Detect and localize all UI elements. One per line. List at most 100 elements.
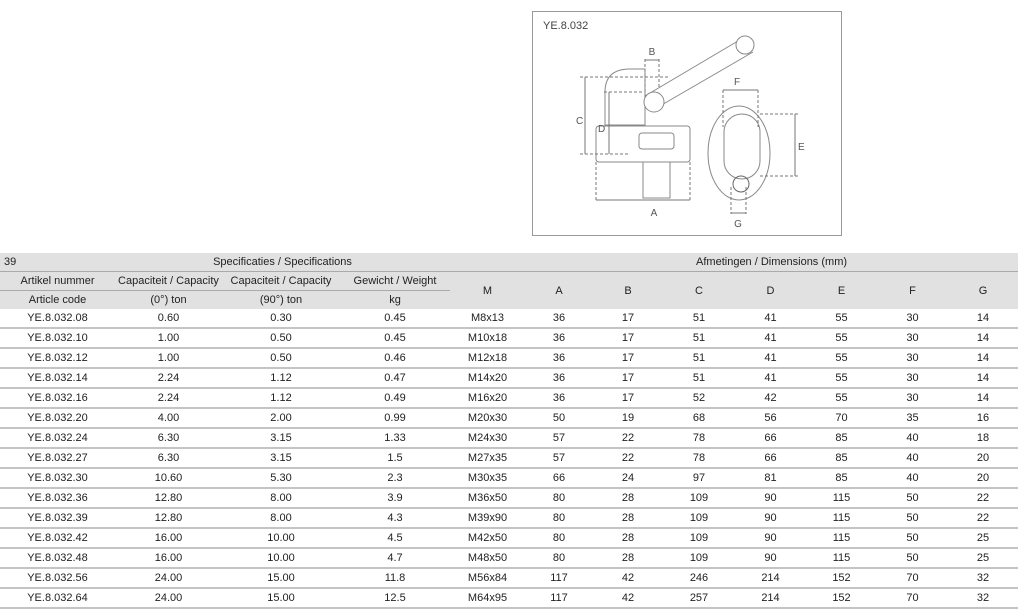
dim-group-header: Afmetingen / Dimensions (mm) — [525, 253, 1018, 272]
table-cell: 14 — [948, 388, 1018, 409]
table-cell: 56 — [735, 408, 806, 429]
table-cell: 24.00 — [115, 568, 222, 589]
table-cell: M30x35 — [450, 468, 525, 489]
table-row: YE.8.032.48 16.00 10.00 4.7 M48x50 80 28 109 90 1… — [0, 548, 1018, 569]
table-cell: 51 — [663, 348, 735, 369]
table-cell: 14 — [948, 328, 1018, 349]
table-row: YE.8.032.12 1.00 0.50 0.46 M12x18 36 17 51 41 55 3… — [0, 348, 1018, 369]
table-cell: 15.00 — [222, 568, 340, 589]
table-cell: 16.00 — [115, 528, 222, 549]
table-cell: 17 — [593, 309, 663, 329]
table-cell: 40 — [877, 428, 948, 449]
table-cell: 30 — [877, 328, 948, 349]
table-cell: 117 — [525, 588, 593, 609]
table-cell: 115 — [806, 528, 877, 549]
table-cell: 0.50 — [222, 348, 340, 369]
label-a: A — [651, 208, 658, 219]
table-cell: 40 — [877, 468, 948, 489]
table-cell: 51 — [663, 328, 735, 349]
header-f: F — [877, 271, 948, 309]
header-c: C — [663, 271, 735, 309]
table-cell: 246 — [663, 568, 735, 589]
header-weight: Gewicht / Weight — [340, 271, 450, 291]
table-cell: M8x13 — [450, 309, 525, 329]
table-cell: 50 — [525, 408, 593, 429]
product-diagram: YE.8.032 B C D A F E G — [532, 11, 842, 236]
table-cell: 12.5 — [340, 588, 450, 609]
table-cell: 109 — [663, 508, 735, 529]
table-row: YE.8.032.36 12.80 8.00 3.9 M36x50 80 28 109 90 11… — [0, 488, 1018, 509]
table-cell: 41 — [735, 348, 806, 369]
page-number: 39 — [0, 253, 115, 272]
specifications-table: 39 Specificaties / Specifications Afmeti… — [0, 253, 1018, 609]
table-cell: 36 — [525, 348, 593, 369]
table-cell: YE.8.032.16 — [0, 388, 115, 409]
table-cell: 22 — [948, 508, 1018, 529]
table-cell: 32 — [948, 568, 1018, 589]
table-cell: 22 — [593, 448, 663, 469]
table-cell: 22 — [948, 488, 1018, 509]
table-cell: 55 — [806, 309, 877, 329]
table-cell: 0.45 — [340, 328, 450, 349]
table-row: YE.8.032.30 10.60 5.30 2.3 M30x35 66 24 97 81 85 4… — [0, 468, 1018, 489]
table-cell: 5.30 — [222, 468, 340, 489]
table-cell: 32 — [948, 588, 1018, 609]
table-cell: 57 — [525, 428, 593, 449]
table-cell: 90 — [735, 508, 806, 529]
table-cell: YE.8.032.48 — [0, 548, 115, 569]
table-cell: 90 — [735, 548, 806, 569]
table-cell: 66 — [735, 448, 806, 469]
header-capacity-90: Capaciteit / Capacity — [222, 271, 340, 291]
table-cell: YE.8.032.08 — [0, 309, 115, 329]
table-cell: 3.15 — [222, 428, 340, 449]
header-e: E — [806, 271, 877, 309]
table-cell: 42 — [593, 568, 663, 589]
table-cell: 42 — [593, 588, 663, 609]
header-capacity-0: Capaciteit / Capacity — [115, 271, 222, 291]
table-cell: 24.00 — [115, 588, 222, 609]
table-cell: 90 — [735, 488, 806, 509]
spec-group-header: Specificaties / Specifications — [115, 253, 450, 272]
table-cell: 36 — [525, 388, 593, 409]
table-cell: 12.80 — [115, 488, 222, 509]
table-row: YE.8.032.14 2.24 1.12 0.47 M14x20 36 17 51 41 55 3… — [0, 368, 1018, 389]
table-cell: 10.00 — [222, 548, 340, 569]
table-cell: 14 — [948, 368, 1018, 389]
table-cell: 22 — [593, 428, 663, 449]
table-cell: 17 — [593, 348, 663, 369]
table-cell: YE.8.032.39 — [0, 508, 115, 529]
table-cell: 25 — [948, 528, 1018, 549]
table-cell: 70 — [806, 408, 877, 429]
table-row: YE.8.032.64 24.00 15.00 12.5 M64x95 117 42 257 2… — [0, 588, 1018, 609]
table-cell: 80 — [525, 548, 593, 569]
header-m: M — [450, 271, 525, 309]
table-cell: 78 — [663, 448, 735, 469]
table-cell: M64x95 — [450, 588, 525, 609]
table-cell: 214 — [735, 588, 806, 609]
table-cell: 51 — [663, 368, 735, 389]
table-cell: 10.00 — [222, 528, 340, 549]
table-cell: M14x20 — [450, 368, 525, 389]
table-cell: 8.00 — [222, 508, 340, 529]
table-cell: 17 — [593, 328, 663, 349]
table-cell: 115 — [806, 508, 877, 529]
table-cell: 1.00 — [115, 328, 222, 349]
column-header-row: Artikel nummer Capaciteit / Capacity Cap… — [0, 271, 1018, 309]
table-cell: YE.8.032.14 — [0, 368, 115, 389]
table-cell: 0.47 — [340, 368, 450, 389]
table-cell: YE.8.032.20 — [0, 408, 115, 429]
table-cell: 3.9 — [340, 488, 450, 509]
table-cell: M16x20 — [450, 388, 525, 409]
table-cell: 109 — [663, 528, 735, 549]
table-cell: 36 — [525, 309, 593, 329]
table-cell: 28 — [593, 548, 663, 569]
label-e: E — [798, 142, 805, 153]
table-cell: 2.3 — [340, 468, 450, 489]
table-cell: 36 — [525, 368, 593, 389]
label-f: F — [734, 77, 740, 88]
table-cell: 8.00 — [222, 488, 340, 509]
table-cell: 19 — [593, 408, 663, 429]
table-cell: 4.00 — [115, 408, 222, 429]
table-cell: 85 — [806, 428, 877, 449]
table-cell: YE.8.032.30 — [0, 468, 115, 489]
